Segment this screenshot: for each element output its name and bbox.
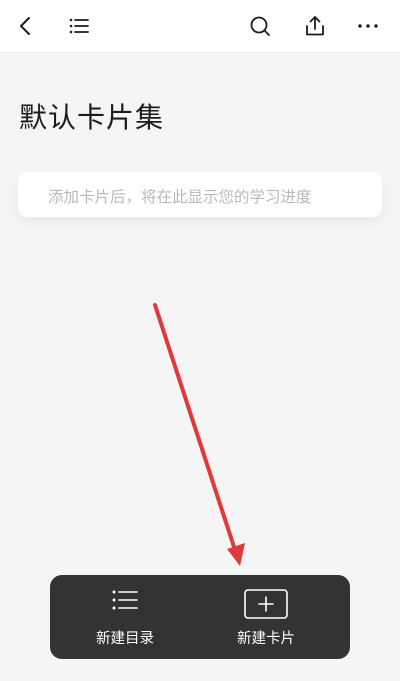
study-progress-card: 添加卡片后，将在此显示您的学习进度 [18,172,382,217]
more-button[interactable] [348,6,388,46]
new-card-label: 新建卡片 [237,631,295,647]
back-button[interactable] [6,6,46,46]
new-card-button[interactable]: 新建卡片 [191,575,341,659]
progress-hint-text: 添加卡片后，将在此显示您的学习进度 [48,188,312,206]
bottom-action-bar: 新建目录 新建卡片 [50,575,350,659]
back-chevron-icon [20,17,30,35]
add-card-icon [244,589,288,619]
share-button[interactable] [295,6,335,46]
more-dots-icon [358,24,378,28]
table-of-contents-button[interactable] [59,6,99,46]
new-directory-label: 新建目录 [96,631,154,647]
top-toolbar [0,0,400,53]
share-icon [306,16,324,36]
new-directory-button[interactable]: 新建目录 [50,575,200,659]
search-button[interactable] [240,6,280,46]
page-title: 默认卡片集 [19,101,165,134]
page: 默认卡片集 添加卡片后，将在此显示您的学习进度 新建目录 新建卡片 [0,0,400,681]
list-icon [69,18,89,34]
search-icon [250,16,270,36]
list-icon [112,590,138,610]
